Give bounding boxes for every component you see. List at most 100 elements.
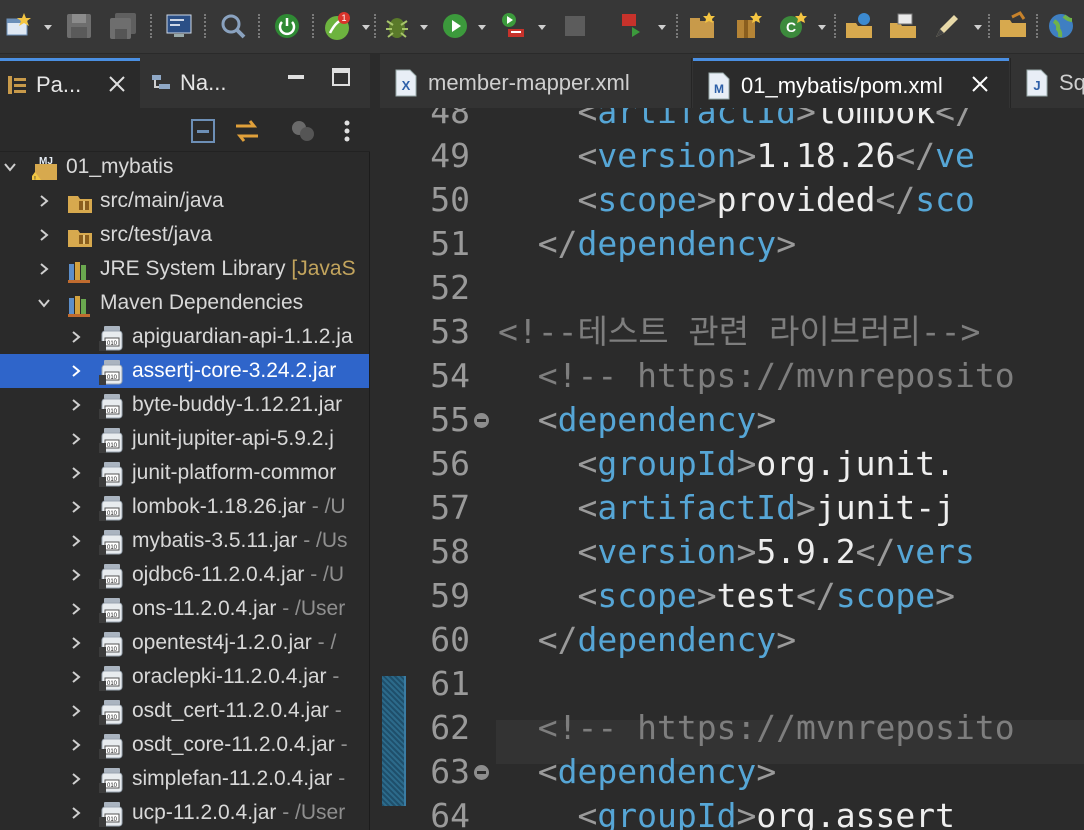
code-editor[interactable]: 48 <artifactId>lombok</49 <version>1.18.… [380, 108, 1084, 830]
svg-text:1: 1 [341, 13, 346, 23]
tree-item[interactable]: 010 apiguardian-api-1.1.2.ja [0, 320, 369, 354]
chevron-right-icon[interactable] [70, 399, 82, 411]
dropdown-arrow-icon[interactable] [538, 25, 546, 30]
svg-text:010: 010 [107, 613, 118, 619]
xml-tag-name: scope [597, 576, 697, 615]
tree-item[interactable]: 010 ucp-11.2.0.4.jar - /User [0, 796, 369, 830]
power-button[interactable] [272, 11, 302, 41]
close-icon[interactable] [106, 73, 128, 95]
dropdown-arrow-icon[interactable] [420, 25, 428, 30]
jar-icon: 010 [99, 598, 123, 623]
stop-button[interactable] [560, 11, 590, 41]
xml-tag-name: dependency [557, 752, 757, 791]
save-all-button[interactable] [108, 11, 142, 41]
tab-navigator[interactable]: Na... [140, 58, 260, 108]
spring-boot-button[interactable]: 1 [322, 11, 370, 41]
tree-item[interactable]: 010 oraclepki-11.2.0.4.jar - [0, 660, 369, 694]
tree-item[interactable]: JRE System Library [JavaS [0, 252, 369, 286]
new-class-button[interactable]: C [778, 11, 826, 41]
dropdown-arrow-icon[interactable] [818, 25, 826, 30]
new-package-button[interactable] [734, 11, 766, 41]
dropdown-arrow-icon[interactable] [974, 25, 982, 30]
debug-button[interactable] [382, 11, 428, 41]
chevron-right-icon[interactable] [70, 739, 82, 751]
chevron-right-icon[interactable] [70, 467, 82, 479]
tree-item-label: 01_mybatis [66, 155, 174, 178]
chevron-right-icon[interactable] [70, 569, 82, 581]
annotation-button[interactable] [932, 11, 982, 41]
tree-item[interactable]: 010 opentest4j-1.2.0.jar - / [0, 626, 369, 660]
save-button[interactable] [64, 11, 96, 41]
chevron-right-icon[interactable] [70, 365, 82, 377]
chevron-right-icon[interactable] [70, 603, 82, 615]
globe-button[interactable] [1046, 11, 1076, 41]
view-menu-icon[interactable] [332, 116, 362, 146]
new-java-project-button[interactable] [688, 11, 720, 41]
collapse-all-icon[interactable] [188, 116, 218, 146]
open-type-button[interactable] [844, 11, 876, 41]
tree-item[interactable]: src/test/java [0, 218, 369, 252]
tree-item[interactable]: MJ! 01_mybatis [0, 150, 369, 184]
chevron-right-icon[interactable] [38, 263, 50, 275]
chevron-right-icon[interactable] [70, 705, 82, 717]
run-server-button[interactable] [498, 11, 546, 41]
chevron-right-icon[interactable] [38, 195, 50, 207]
tree-item[interactable]: Maven Dependencies [0, 286, 369, 320]
toolbar-separator [258, 14, 260, 38]
chevron-right-icon[interactable] [38, 229, 50, 241]
link-with-editor-icon[interactable] [232, 116, 262, 146]
tab-label: 01_mybatis/pom.xml [741, 73, 943, 98]
tree-item-label: mybatis-3.5.11.jar [132, 529, 298, 552]
dropdown-arrow-icon[interactable] [478, 25, 486, 30]
tree-item[interactable]: 010 osdt_cert-11.2.0.4.jar - [0, 694, 369, 728]
code-line: <dependency> [498, 398, 776, 442]
fold-toggle-icon[interactable] [474, 413, 489, 428]
tab-sql-java[interactable]: J Sq [1010, 58, 1084, 108]
line-number: 57 [430, 488, 470, 527]
tree-item[interactable]: 010 ons-11.2.0.4.jar - /User [0, 592, 369, 626]
chevron-right-icon[interactable] [70, 637, 82, 649]
terminal-button[interactable] [164, 11, 194, 41]
dropdown-arrow-icon[interactable] [44, 25, 52, 30]
tree-item[interactable]: 010 junit-platform-commor [0, 456, 369, 490]
chevron-down-icon[interactable] [38, 297, 50, 309]
tree-item[interactable]: 010 byte-buddy-1.12.21.jar [0, 388, 369, 422]
tree-item[interactable]: 010 ojdbc6-11.2.0.4.jar - /U [0, 558, 369, 592]
tree-item[interactable]: 010 mybatis-3.5.11.jar - /Us [0, 524, 369, 558]
chevron-right-icon[interactable] [70, 773, 82, 785]
chevron-down-icon[interactable] [4, 161, 16, 173]
tree-item[interactable]: 010 assertj-core-3.24.2.jar [0, 354, 369, 388]
fold-toggle-icon[interactable] [474, 765, 489, 780]
chevron-right-icon[interactable] [70, 535, 82, 547]
tree-item[interactable]: 010 simplefan-11.2.0.4.jar - [0, 762, 369, 796]
chevron-right-icon[interactable] [70, 501, 82, 513]
dropdown-arrow-icon[interactable] [362, 25, 370, 30]
chevron-right-icon[interactable] [70, 433, 82, 445]
minimize-icon[interactable] [285, 66, 307, 88]
tree-item-label: opentest4j-1.2.0.jar [132, 631, 312, 654]
tree-item-text: osdt_cert-11.2.0.4.jar - [132, 694, 342, 728]
chevron-right-icon[interactable] [70, 331, 82, 343]
maximize-icon[interactable] [330, 66, 352, 88]
svg-text:010: 010 [107, 443, 118, 449]
tree-item[interactable]: 010 junit-jupiter-api-5.9.2.j [0, 422, 369, 456]
focus-on-active-task-icon[interactable] [288, 116, 318, 146]
close-icon[interactable] [969, 73, 991, 95]
tab-package-explorer[interactable]: Pa... [0, 58, 140, 108]
open-task-button[interactable] [888, 11, 920, 41]
chevron-right-icon[interactable] [70, 671, 82, 683]
tree-item[interactable]: src/main/java [0, 184, 369, 218]
tree-item[interactable]: 010 osdt_core-11.2.0.4.jar - [0, 728, 369, 762]
chevron-right-icon[interactable] [70, 807, 82, 819]
dropdown-arrow-icon[interactable] [658, 25, 666, 30]
new-wizard-button[interactable] [4, 11, 52, 41]
tree-item[interactable]: 010 lombok-1.18.26.jar - /U [0, 490, 369, 524]
run-button[interactable] [440, 11, 486, 41]
tab-member-mapper-xml[interactable]: X member-mapper.xml [380, 58, 692, 108]
tab-pom-xml[interactable]: M 01_mybatis/pom.xml [693, 58, 1009, 108]
search-button[interactable] [218, 11, 248, 41]
folder-button[interactable] [998, 11, 1028, 41]
jar-icon: 010 [99, 666, 123, 691]
line-number: 58 [430, 532, 470, 571]
external-tools-button[interactable] [618, 11, 666, 41]
